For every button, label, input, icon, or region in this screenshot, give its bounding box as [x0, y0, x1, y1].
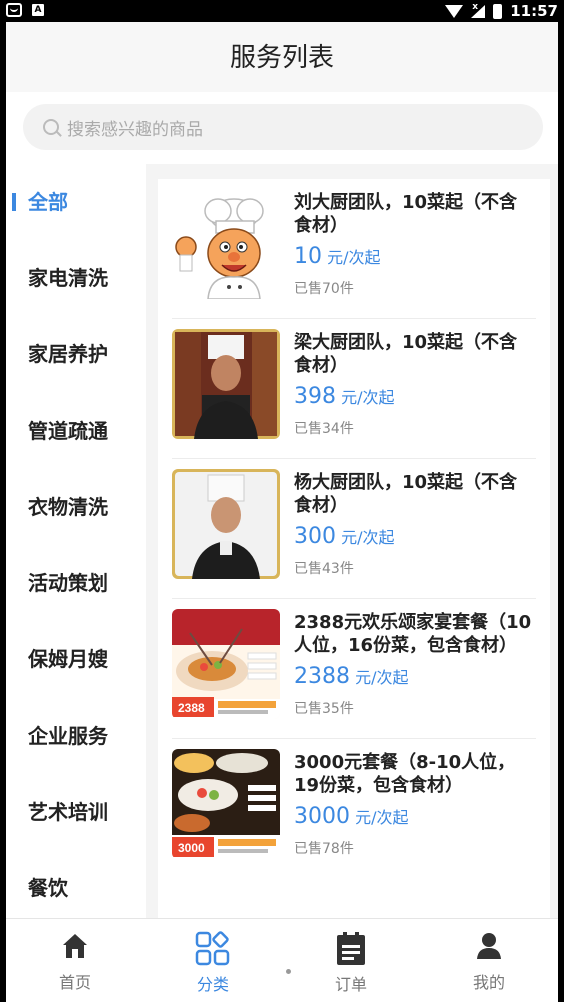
signal-icon	[471, 2, 486, 18]
sidebar-item-label: 衣物清洗	[28, 495, 108, 519]
product-image-dishes-photo: 3000	[172, 749, 280, 859]
tab-category[interactable]: 分类	[144, 919, 282, 1002]
sidebar-item-label: 保姆月嫂	[28, 647, 108, 671]
profile-icon	[477, 933, 501, 959]
sidebar-item-art-training[interactable]: 艺术培训	[6, 774, 146, 850]
sidebar-item-all[interactable]: 全部	[6, 164, 146, 240]
product-title: 梁大厨团队，10菜起（不含食材）	[294, 332, 518, 376]
product-image-chef-photo	[172, 329, 280, 439]
app-window: 服务列表 搜索感兴趣的商品 全部 家电清洗 家居养护 管道疏通 衣物清洗 活动策…	[6, 22, 558, 1002]
home-icon	[63, 934, 87, 958]
bottom-nav: 首页 分类 订单 我的	[6, 918, 558, 1002]
product-image-cartoon-chef	[172, 189, 280, 299]
sidebar-item-label: 家居养护	[28, 342, 108, 366]
product-title: 3000元套餐（8-10人位，19份菜，包含食材）	[294, 752, 516, 796]
product-title: 刘大厨团队，10菜起（不含食材）	[294, 192, 518, 236]
price-unit: 元/次起	[341, 528, 395, 547]
category-sidebar: 全部 家电清洗 家居养护 管道疏通 衣物清洗 活动策划 保姆月嫂 企业服务 艺术…	[6, 164, 146, 918]
product-card[interactable]: 杨大厨团队，10菜起（不含食材） 300 元/次起 已售43件	[158, 459, 550, 599]
sold-count: 已售70件	[294, 281, 354, 297]
price-unit: 元/次起	[327, 248, 381, 267]
wifi-icon	[445, 4, 464, 18]
notification-icon	[6, 3, 22, 17]
search-input[interactable]: 搜索感兴趣的商品	[23, 104, 543, 150]
product-price: 398 元/次起	[294, 384, 395, 409]
product-card[interactable]: 3000 3000元套餐（8-10人位，19份菜，包含食材） 3000 元/次起…	[158, 739, 550, 879]
sold-count: 已售35件	[294, 701, 354, 717]
battery-icon	[493, 3, 503, 19]
tab-label: 首页	[58, 973, 91, 992]
product-image-banquet-photo: 2388	[172, 609, 280, 719]
price-unit: 元/次起	[341, 388, 395, 407]
sidebar-item-label: 餐饮	[28, 876, 68, 900]
page-title: 服务列表	[229, 43, 334, 73]
product-price: 300 元/次起	[294, 524, 395, 549]
sidebar-item-label: 管道疏通	[28, 419, 108, 443]
sidebar-item-enterprise[interactable]: 企业服务	[6, 698, 146, 774]
price-value: 3000	[294, 804, 350, 829]
price-unit: 元/次起	[355, 668, 409, 687]
price-unit: 元/次起	[355, 808, 409, 827]
product-title: 2388元欢乐颂家宴套餐（10人位，16份菜，包含食材）	[294, 612, 532, 656]
search-icon	[43, 119, 59, 135]
app-a-icon: A	[32, 4, 44, 16]
sidebar-item-catering[interactable]: 餐饮	[6, 850, 146, 918]
status-time: 11:57	[510, 2, 558, 20]
product-card[interactable]: 2388 2388元欢乐颂家宴套餐（10人位，16份菜，包含食材） 2388 元…	[158, 599, 550, 739]
order-icon	[337, 932, 365, 965]
sidebar-item-event-planning[interactable]: 活动策划	[6, 545, 146, 621]
price-value: 2388	[294, 664, 350, 689]
product-image-chef-photo	[172, 469, 280, 579]
search-bar-area: 搜索感兴趣的商品	[6, 92, 558, 164]
product-card[interactable]: 梁大厨团队，10菜起（不含食材） 398 元/次起 已售34件	[158, 319, 550, 459]
category-icon	[195, 931, 230, 966]
sidebar-item-label: 全部	[28, 190, 68, 214]
tab-orders[interactable]: 订单	[282, 919, 420, 1002]
sidebar-item-label: 艺术培训	[28, 800, 108, 824]
sidebar-item-appliance-cleaning[interactable]: 家电清洗	[6, 240, 146, 316]
sidebar-item-label: 活动策划	[28, 571, 108, 595]
product-title: 杨大厨团队，10菜起（不含食材）	[294, 472, 518, 516]
price-value: 300	[294, 524, 336, 549]
product-price: 3000 元/次起	[294, 804, 409, 829]
product-card[interactable]: 刘大厨团队，10菜起（不含食材） 10 元/次起 已售70件	[158, 179, 550, 319]
sold-count: 已售34件	[294, 421, 354, 437]
sidebar-item-nanny[interactable]: 保姆月嫂	[6, 621, 146, 697]
product-price: 10 元/次起	[294, 244, 381, 269]
tab-profile[interactable]: 我的	[420, 919, 558, 1002]
sidebar-item-pipe-dredging[interactable]: 管道疏通	[6, 393, 146, 469]
tab-home[interactable]: 首页	[6, 919, 144, 1002]
search-placeholder: 搜索感兴趣的商品	[67, 119, 203, 140]
sidebar-item-label: 家电清洗	[28, 266, 108, 290]
tab-label: 分类	[196, 975, 229, 994]
status-bar: A 11:57	[0, 0, 564, 22]
page-header: 服务列表	[6, 22, 558, 92]
sold-count: 已售78件	[294, 841, 354, 857]
indicator-dot	[286, 969, 291, 974]
product-badge: 3000	[178, 841, 205, 855]
product-price: 2388 元/次起	[294, 664, 409, 689]
price-value: 10	[294, 244, 322, 269]
product-list: 刘大厨团队，10菜起（不含食材） 10 元/次起 已售70件 梁大厨团队，10菜…	[158, 179, 550, 918]
sold-count: 已售43件	[294, 561, 354, 577]
sidebar-item-laundry[interactable]: 衣物清洗	[6, 469, 146, 545]
sidebar-item-label: 企业服务	[28, 724, 108, 748]
tab-label: 我的	[472, 973, 505, 992]
price-value: 398	[294, 384, 336, 409]
product-badge: 2388	[178, 701, 205, 715]
tab-label: 订单	[334, 975, 367, 994]
sidebar-item-home-care[interactable]: 家居养护	[6, 316, 146, 392]
